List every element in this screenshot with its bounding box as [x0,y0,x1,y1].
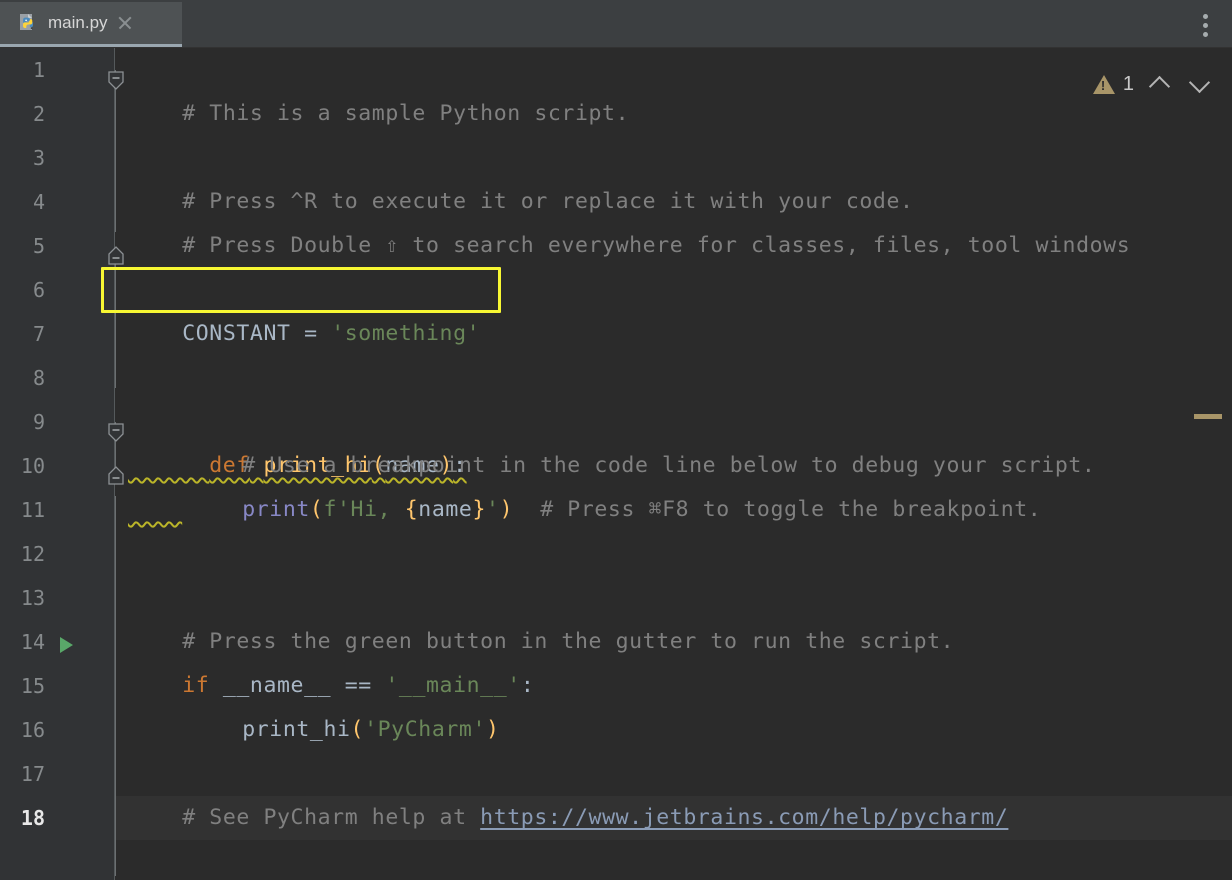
fstring-part: ' [486,497,500,522]
line-number: 17 [20,762,45,786]
comment-text: # Press ⌘F8 to toggle the breakpoint. [513,497,1042,522]
colon: : [520,673,535,698]
tab-main-py[interactable]: main.py [0,2,182,44]
editor-tab-bar: main.py [0,0,1232,48]
paren-close: ) [486,717,500,742]
line-number: 13 [20,586,45,610]
chevron-down-icon[interactable] [1188,71,1214,97]
comment-text: # Press Double ⇧ to search everywhere fo… [182,233,1131,258]
warning-triangle-icon[interactable] [1092,74,1115,94]
line-number: 11 [20,498,45,522]
scrollbar-warning-marker[interactable] [1194,414,1222,419]
assignment-operator: = [290,321,332,346]
line-number: 14 [20,630,45,654]
line-number: 1 [32,58,45,82]
code-line-10: print(f'Hi, {name}') # Press ⌘F8 to togg… [188,444,1041,576]
code-line-17: # See PyCharm help at https://www.jetbra… [128,752,1008,880]
builtin-print: print [242,497,310,522]
fold-guide-line [115,496,116,876]
fstring-variable: name [418,497,473,522]
string-literal: 'something' [331,321,481,346]
python-file-icon [20,13,39,33]
line-number: 3 [32,146,45,170]
brace-open: { [404,497,419,522]
line-number: 9 [32,410,45,434]
constant-name: CONSTANT [182,321,291,346]
fold-guide-line [115,70,116,232]
fold-collapse-icon-line-1[interactable] [108,71,124,90]
tab-title: main.py [48,13,108,32]
function-call: print_hi [242,717,351,742]
inspection-widget[interactable]: 1 [1092,70,1214,98]
line-number: 12 [20,542,45,566]
string-argument: 'PyCharm' [364,717,486,742]
documentation-link[interactable]: https://www.jetbrains.com/help/pycharm/ [480,805,1008,830]
line-number: 10 [20,454,45,478]
line-number: 5 [32,234,45,258]
fold-collapse-end-icon-line-4[interactable] [108,245,124,265]
code-editor[interactable]: 1 2 3 4 5 6 7 8 9 10 11 12 13 14 15 16 1… [0,48,1232,880]
chevron-up-icon[interactable] [1148,71,1174,98]
warning-count: 1 [1122,72,1134,95]
line-number: 4 [32,190,45,214]
line-number: 8 [32,366,45,390]
paren-close: ) [499,497,514,522]
line-number: 6 [32,278,45,302]
highlight-box-constant [101,267,501,313]
fold-collapse-end-icon-line-10[interactable] [108,465,124,485]
paren-open: ( [350,717,365,742]
kebab-menu-icon[interactable] [1203,14,1209,37]
tab-active-indicator [0,44,182,47]
fold-collapse-icon-line-8[interactable] [108,423,124,442]
comment-text: # See PyCharm help at [182,805,481,830]
line-number: 16 [20,718,45,742]
line-number: 7 [32,322,45,346]
line-number: 15 [20,674,45,698]
run-script-icon[interactable] [60,637,73,653]
fstring-part: f'Hi, [323,497,405,522]
line-number: 2 [32,102,45,126]
line-number-current: 18 [20,806,45,830]
close-icon[interactable] [117,15,133,31]
comment-text: # This is a sample Python script. [182,101,630,126]
paren-open: ( [309,497,324,522]
brace-close: } [472,497,487,522]
